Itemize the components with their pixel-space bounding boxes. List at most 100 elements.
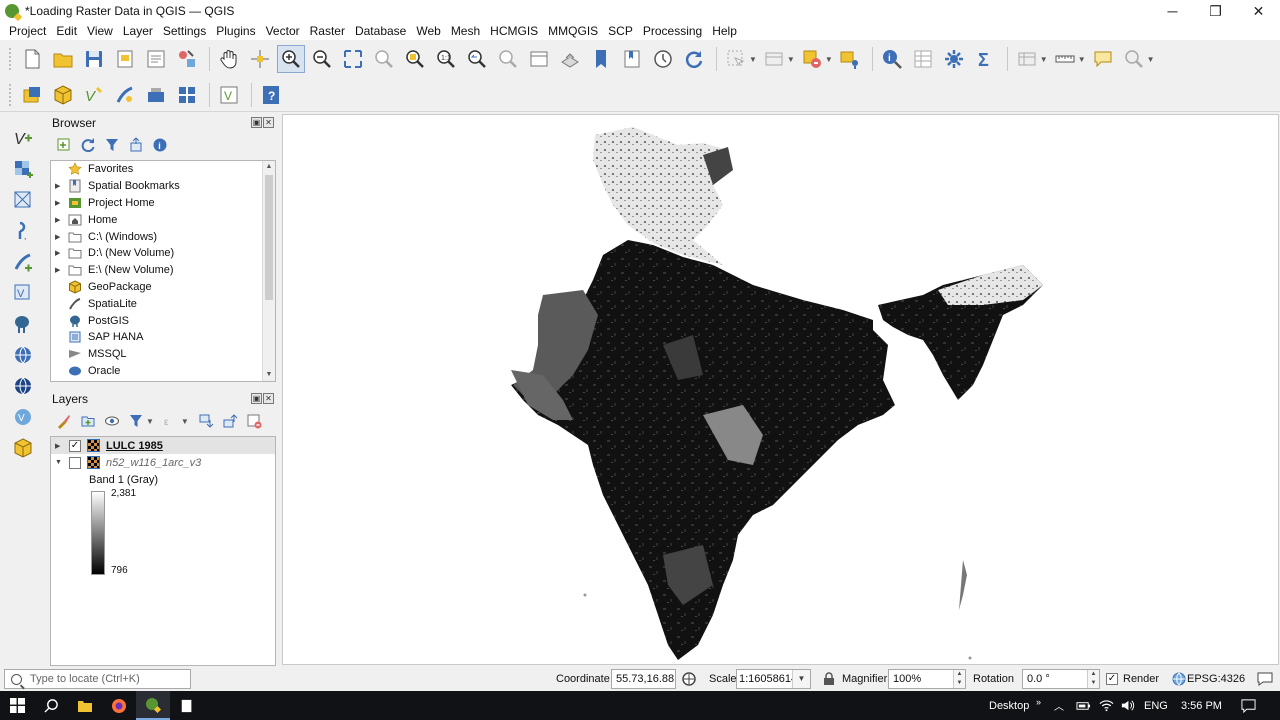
restore-button[interactable]: ❐ xyxy=(1194,0,1237,22)
menu-raster[interactable]: Raster xyxy=(305,24,350,38)
identify-features-icon[interactable]: i xyxy=(878,45,906,73)
new-shapefile-layer-icon[interactable]: V xyxy=(80,81,108,109)
zoom-out-icon[interactable] xyxy=(308,45,336,73)
layer-item-n52-w116[interactable]: ▼ n52_w116_1arc_v3 xyxy=(51,454,275,471)
browser-item-spatialite[interactable]: SpatiaLite xyxy=(51,295,275,312)
menu-mmqgis[interactable]: MMQGIS xyxy=(543,24,603,38)
add-delimited-text-icon[interactable]: , xyxy=(9,217,37,244)
filter-legend-dropdown-icon[interactable]: ▼ xyxy=(146,417,154,426)
expand-all-icon[interactable] xyxy=(196,411,216,431)
add-wfs-layer-icon[interactable]: V xyxy=(9,403,37,430)
new-spatialite-layer-icon[interactable] xyxy=(111,81,139,109)
layer-styling-icon[interactable] xyxy=(54,411,74,431)
file-explorer-icon[interactable] xyxy=(68,691,102,720)
expand-arrow-icon[interactable]: ▶ xyxy=(55,216,67,224)
magnifier-field[interactable]: 100% ▲ ▼ xyxy=(888,669,966,689)
lock-scale-icon[interactable] xyxy=(823,672,835,686)
windows-start-icon[interactable] xyxy=(0,691,34,720)
add-vector-layer-icon[interactable]: V xyxy=(215,81,243,109)
remove-layer-icon[interactable] xyxy=(244,411,264,431)
zoom-in-icon[interactable] xyxy=(277,45,305,73)
menu-vector[interactable]: Vector xyxy=(261,24,305,38)
browser-item-mssql[interactable]: MSSQL xyxy=(51,346,275,363)
layer-visibility-checkbox[interactable]: ✓ xyxy=(69,439,81,452)
menu-view[interactable]: View xyxy=(82,24,118,38)
map-tips-icon[interactable] xyxy=(1089,45,1117,73)
add-group-icon[interactable] xyxy=(78,411,98,431)
new-virtual-layer-icon[interactable] xyxy=(173,81,201,109)
browser-item-project-home[interactable]: ▶ Project Home xyxy=(51,195,275,212)
qgis-taskbar-icon[interactable] xyxy=(136,691,170,720)
collapse-arrow-icon[interactable]: ▼ xyxy=(55,459,69,466)
add-raster-layer-icon[interactable] xyxy=(9,155,37,182)
browser-scrollbar[interactable]: ▲ ▼ xyxy=(262,161,275,381)
browser-item-geopackage[interactable]: GeoPackage xyxy=(51,279,275,296)
expand-arrow-icon[interactable]: ▶ xyxy=(55,249,67,257)
add-vector-layer-side-icon[interactable]: V xyxy=(9,124,37,151)
select-features-icon[interactable] xyxy=(722,45,750,73)
render-checkbox[interactable]: ✓ xyxy=(1106,673,1118,685)
menu-edit[interactable]: Edit xyxy=(51,24,82,38)
browser-float-button[interactable]: ▣ xyxy=(251,117,262,128)
zoom-full-icon[interactable] xyxy=(339,45,367,73)
menu-layer[interactable]: Layer xyxy=(118,24,158,38)
filter-legend-icon[interactable] xyxy=(126,411,146,431)
new-print-layout-icon[interactable] xyxy=(111,45,139,73)
browser-item-c-drive[interactable]: ▶ C:\ (Windows) xyxy=(51,228,275,245)
save-project-icon[interactable] xyxy=(80,45,108,73)
show-bookmarks-icon[interactable] xyxy=(618,45,646,73)
notifications-icon[interactable] xyxy=(1241,691,1256,720)
browser-item-home[interactable]: ▶ Home xyxy=(51,211,275,228)
layout-manager-icon[interactable] xyxy=(142,45,170,73)
menu-settings[interactable]: Settings xyxy=(158,24,211,38)
zoom-last-icon[interactable] xyxy=(463,45,491,73)
expand-arrow-icon[interactable]: ▶ xyxy=(55,233,67,241)
crs-globe-icon[interactable] xyxy=(1172,672,1186,686)
add-virtual-layer-icon[interactable]: V xyxy=(9,279,37,306)
layers-close-button[interactable]: ✕ xyxy=(263,393,274,404)
close-button[interactable]: ✕ xyxy=(1237,0,1280,22)
menu-project[interactable]: Project xyxy=(4,24,51,38)
select-value-dropdown-icon[interactable]: ▼ xyxy=(787,55,795,64)
browser-close-button[interactable]: ✕ xyxy=(263,117,274,128)
locator-dropdown-icon[interactable]: ▼ xyxy=(1147,55,1155,64)
filter-browser-icon[interactable] xyxy=(102,135,122,155)
measure-line-icon[interactable] xyxy=(1051,45,1079,73)
zoom-next-icon[interactable] xyxy=(494,45,522,73)
style-manager-icon[interactable] xyxy=(173,45,201,73)
processing-toolbox-icon[interactable] xyxy=(940,45,968,73)
add-wcs-layer-icon[interactable] xyxy=(9,372,37,399)
language-indicator[interactable]: ENG xyxy=(1144,691,1168,720)
zoom-to-selection-icon[interactable] xyxy=(370,45,398,73)
scale-dropdown-icon[interactable]: ▼ xyxy=(792,670,810,688)
menu-web[interactable]: Web xyxy=(411,24,445,38)
layers-float-button[interactable]: ▣ xyxy=(251,393,262,404)
open-project-icon[interactable] xyxy=(49,45,77,73)
data-source-manager-icon[interactable] xyxy=(18,81,46,109)
help-icon[interactable]: ? xyxy=(257,81,285,109)
select-dropdown-icon[interactable]: ▼ xyxy=(749,55,757,64)
deselect-dropdown-icon[interactable]: ▼ xyxy=(825,55,833,64)
filter-expression-icon[interactable]: ε xyxy=(161,411,181,431)
magnifier-spinner[interactable]: ▲ ▼ xyxy=(953,670,965,688)
properties-info-icon[interactable]: i xyxy=(150,135,170,155)
menu-mesh[interactable]: Mesh xyxy=(446,24,485,38)
add-selected-layers-icon[interactable] xyxy=(54,135,74,155)
volume-icon[interactable] xyxy=(1120,691,1135,720)
locator-search-field[interactable]: Type to locate (Ctrl+K) xyxy=(4,669,191,689)
browser-tree[interactable]: Favorites ▶ Spatial Bookmarks ▶ Project Ho… xyxy=(50,160,276,382)
zoom-native-icon[interactable]: 1:1 xyxy=(432,45,460,73)
layer-visibility-checkbox[interactable] xyxy=(69,456,81,469)
battery-icon[interactable] xyxy=(1076,691,1091,720)
attribute-table-icon[interactable] xyxy=(909,45,937,73)
toolbar-grip-2[interactable] xyxy=(8,82,12,107)
toggle-extents-icon[interactable] xyxy=(681,671,697,687)
search-icon-taskbar[interactable] xyxy=(34,691,68,720)
new-project-icon[interactable] xyxy=(18,45,46,73)
add-mesh-layer-icon[interactable] xyxy=(9,186,37,213)
menu-scp[interactable]: SCP xyxy=(603,24,638,38)
expand-arrow-icon[interactable]: ▶ xyxy=(55,442,69,450)
browser-item-spatial-bookmarks[interactable]: ▶ Spatial Bookmarks xyxy=(51,178,275,195)
crs-label[interactable]: EPSG:4326 xyxy=(1187,673,1245,685)
expand-arrow-icon[interactable]: ▶ xyxy=(55,266,67,274)
